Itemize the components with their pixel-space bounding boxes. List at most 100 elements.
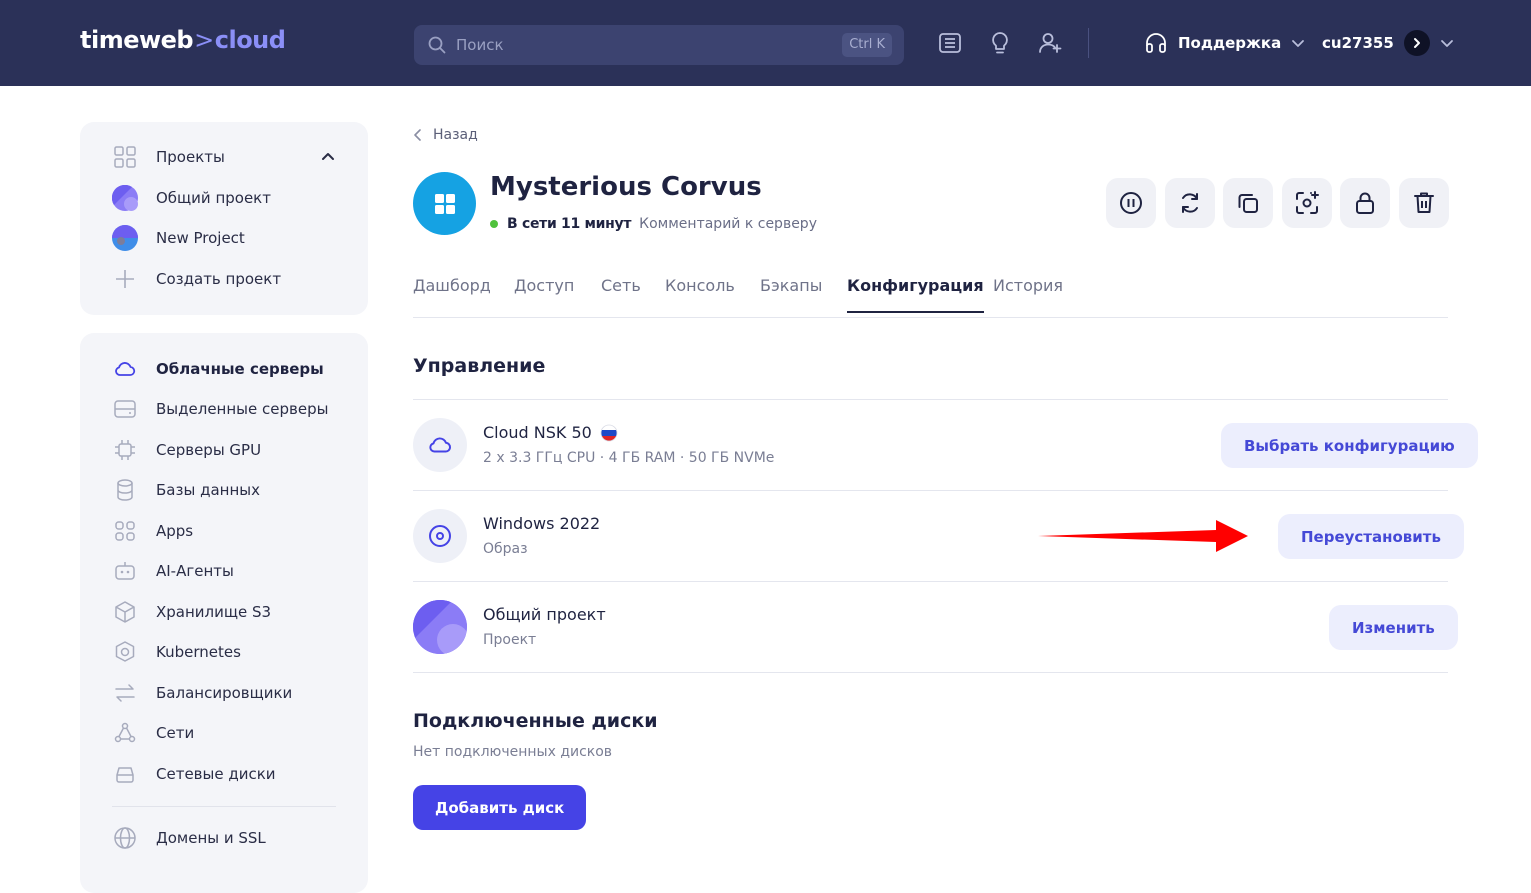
grid-icon <box>112 144 138 170</box>
sidebar-item-ai-agents[interactable]: AI-Агенты <box>112 557 234 585</box>
sidebar-item-kubernetes[interactable]: Kubernetes <box>112 638 241 666</box>
sidebar-item-gpu-servers[interactable]: Серверы GPU <box>112 436 261 464</box>
delete-button[interactable] <box>1399 178 1449 228</box>
chevron-right-icon <box>1413 38 1420 48</box>
row-divider <box>413 581 1448 582</box>
account-arrow-button[interactable] <box>1403 30 1430 56</box>
lock-button[interactable] <box>1340 178 1390 228</box>
sidebar-item-domains-ssl[interactable]: Домены и SSL <box>112 824 266 852</box>
topbar-divider <box>1088 28 1089 58</box>
create-project-label: Создать проект <box>156 270 282 288</box>
chevron-left-icon <box>414 129 421 141</box>
plus-icon <box>112 266 138 292</box>
tab-configuration[interactable]: Конфигурация <box>847 276 984 313</box>
headset-icon <box>1146 33 1166 53</box>
sidebar-item-s3-storage[interactable]: Хранилище S3 <box>112 598 271 626</box>
image-title: Windows 2022 <box>483 514 601 533</box>
config-name: Cloud NSK 50 <box>483 423 592 442</box>
add-disk-button[interactable]: Добавить диск <box>413 785 587 830</box>
management-title: Управление <box>413 355 546 377</box>
sidebar-project-label: New Project <box>156 229 245 247</box>
annotation-arrow-icon <box>1038 520 1248 552</box>
reboot-button[interactable] <box>1165 178 1215 228</box>
reinstall-button[interactable]: Переустановить <box>1278 514 1464 559</box>
support-menu[interactable]: Поддержка <box>1144 30 1305 56</box>
support-label: Поддержка <box>1178 34 1282 52</box>
sidebar-item-network-disks[interactable]: Сетевые диски <box>112 760 276 788</box>
projects-panel: Проекты Общий проект New Project Создать… <box>80 122 368 315</box>
sidebar-item-databases[interactable]: Базы данных <box>112 476 260 504</box>
sidebar-divider <box>112 806 336 807</box>
tab-network[interactable]: Сеть <box>601 276 641 311</box>
choose-configuration-button[interactable]: Выбрать конфигурацию <box>1221 423 1478 468</box>
tab-backups[interactable]: Бэкапы <box>760 276 822 311</box>
tab-dashboard[interactable]: Дашборд <box>413 276 491 311</box>
news-icon[interactable] <box>937 30 963 56</box>
sidebar-item-label: Сети <box>156 724 195 742</box>
database-icon <box>112 477 138 503</box>
pause-button[interactable] <box>1106 178 1156 228</box>
snapshot-button[interactable] <box>1282 178 1332 228</box>
sidebar-item-label: Apps <box>156 522 194 540</box>
change-project-button[interactable]: Изменить <box>1329 605 1458 650</box>
project-subtitle: Проект <box>483 632 537 648</box>
pause-icon <box>1120 192 1142 214</box>
cloud-icon <box>413 418 467 472</box>
sidebar-item-dedicated-servers[interactable]: Выделенные серверы <box>112 395 328 423</box>
sidebar-project-label: Общий проект <box>156 189 271 207</box>
lightbulb-icon[interactable] <box>987 30 1013 56</box>
image-subtitle: Образ <box>483 541 528 557</box>
project-title: Общий проект <box>483 605 606 624</box>
projects-header[interactable]: Проекты <box>112 143 225 171</box>
server-title: Mysterious Corvus <box>490 172 762 202</box>
sidebar-item-apps[interactable]: Apps <box>112 517 193 545</box>
no-disks-text: Нет подключенных дисков <box>413 744 613 760</box>
disc-icon <box>413 509 467 563</box>
row-divider <box>413 672 1448 673</box>
clone-button[interactable] <box>1223 178 1273 228</box>
windows-icon <box>413 172 476 235</box>
arrows-icon <box>112 680 138 706</box>
chevron-up-icon[interactable] <box>320 148 336 164</box>
sidebar-item-label: Выделенные серверы <box>156 400 329 418</box>
row-divider <box>413 490 1448 491</box>
server-icon <box>112 396 138 422</box>
tab-access[interactable]: Доступ <box>514 276 574 311</box>
sidebar-item-label: Балансировщики <box>156 684 293 702</box>
back-link[interactable]: Назад <box>413 124 478 146</box>
sidebar-project-new[interactable]: New Project <box>112 224 245 252</box>
tab-history[interactable]: История <box>993 276 1063 311</box>
logo[interactable]: timeweb>cloud <box>80 26 286 54</box>
disk-icon <box>112 761 138 787</box>
create-project-button[interactable]: Создать проект <box>112 265 281 293</box>
cube-icon <box>112 599 138 625</box>
sidebar-item-cloud-servers[interactable]: Облачные серверы <box>112 355 324 383</box>
server-tabs: Дашборд Доступ Сеть Консоль Бэкапы Конфи… <box>413 272 1448 318</box>
project-avatar-icon <box>413 600 467 654</box>
refresh-icon <box>1182 193 1198 213</box>
tab-console[interactable]: Консоль <box>665 276 735 311</box>
russia-flag-icon <box>600 424 618 441</box>
apps-icon <box>112 518 138 544</box>
search-input[interactable] <box>456 33 836 57</box>
sidebar-item-networks[interactable]: Сети <box>112 719 194 747</box>
sidebar-item-balancers[interactable]: Балансировщики <box>112 679 292 707</box>
globe-icon <box>112 825 138 851</box>
config-title: Cloud NSK 50 <box>483 423 618 442</box>
account-menu[interactable]: cu27355 <box>1322 28 1454 58</box>
sidebar-item-label: Хранилище S3 <box>156 603 272 621</box>
services-panel: Облачные серверы Выделенные серверы Серв… <box>80 333 368 893</box>
sidebar-project-general[interactable]: Общий проект <box>112 184 271 212</box>
sidebar-item-label: AI-Агенты <box>156 562 234 580</box>
search-bar[interactable]: Ctrl K <box>414 25 904 65</box>
status-dot <box>490 220 498 228</box>
add-user-icon[interactable] <box>1037 30 1063 56</box>
cloud-icon <box>112 356 138 382</box>
sidebar-item-label: Сетевые диски <box>156 765 276 783</box>
bot-icon <box>112 558 138 584</box>
comment-link[interactable]: Комментарий к серверу <box>639 216 817 232</box>
trash-icon <box>1414 192 1434 213</box>
logo-text-right: cloud <box>214 26 286 54</box>
project-avatar-icon <box>112 225 138 251</box>
top-bar: timeweb>cloud Ctrl K Поддержка <box>0 0 1531 86</box>
